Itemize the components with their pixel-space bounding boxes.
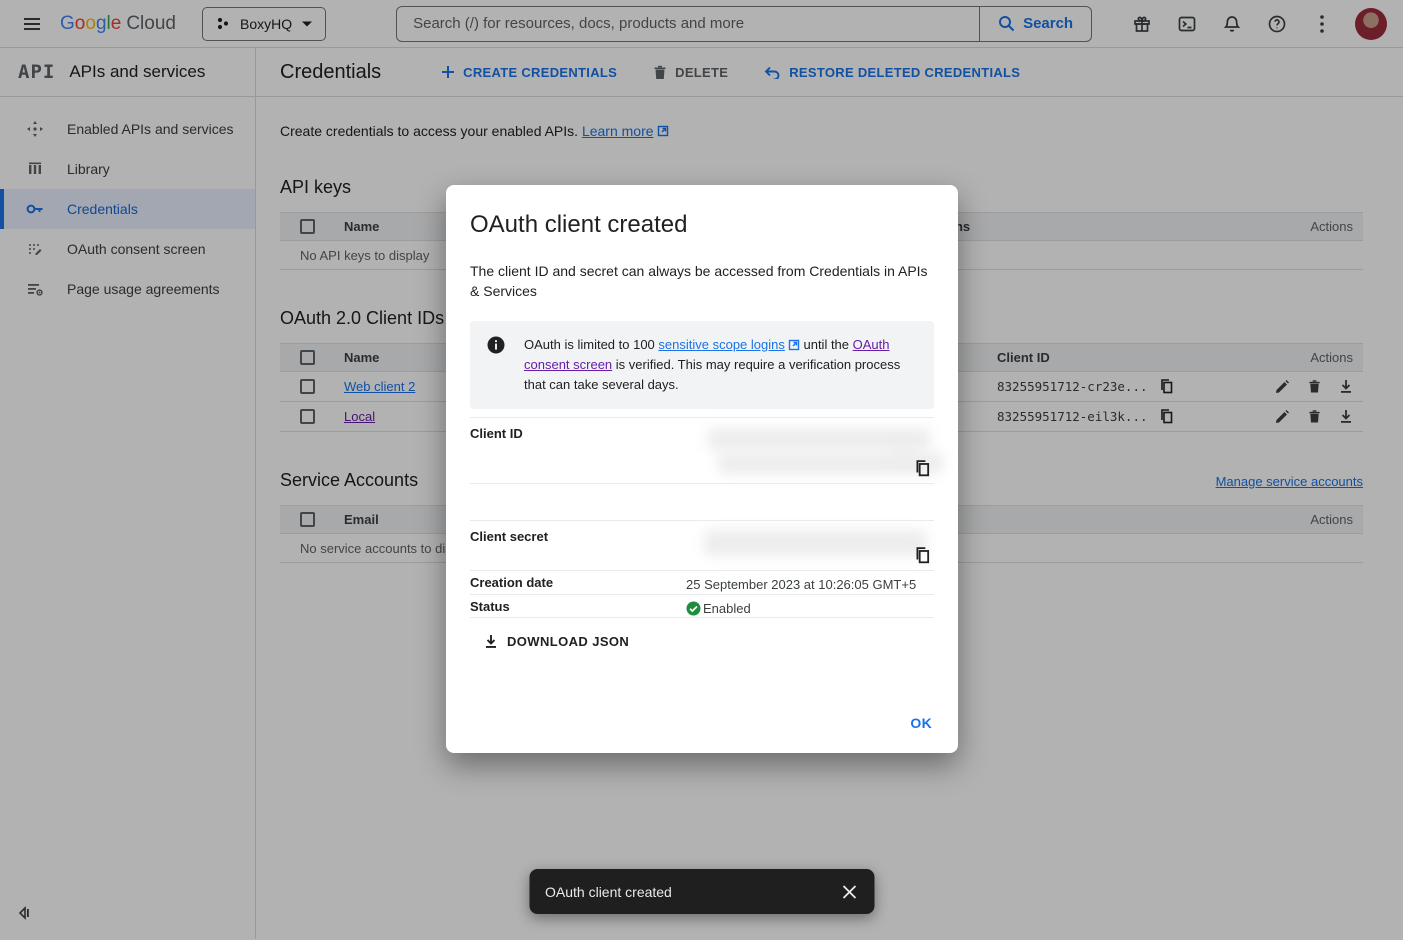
- notice-mid: until the: [800, 337, 853, 352]
- creation-date-label: Creation date: [470, 571, 686, 594]
- download-json-button[interactable]: DOWNLOAD JSON: [484, 634, 629, 649]
- copy-client-secret-button[interactable]: [913, 545, 932, 566]
- client-secret-label: Client secret: [470, 521, 686, 570]
- sensitive-scope-logins-link[interactable]: sensitive scope logins: [658, 337, 784, 352]
- download-icon: [484, 634, 498, 649]
- creation-date-value: 25 September 2023 at 10:26:05 GMT+5: [686, 571, 934, 594]
- toast: OAuth client created: [529, 869, 874, 914]
- dialog-fields: Client ID Client secret Creation date 25…: [470, 417, 934, 618]
- verification-notice: OAuth is limited to 100 sensitive scope …: [470, 321, 934, 409]
- status-value: Enabled: [703, 601, 751, 616]
- dialog-title: OAuth client created: [470, 211, 934, 239]
- external-link-icon: [788, 339, 800, 351]
- copy-client-id-button[interactable]: [913, 458, 932, 479]
- client-id-row: Client ID: [470, 417, 934, 483]
- redacted-client-secret: [704, 530, 926, 556]
- close-icon: [841, 884, 857, 900]
- ok-button[interactable]: OK: [910, 715, 932, 731]
- notice-text: OAuth is limited to 100 sensitive scope …: [524, 335, 918, 395]
- creation-date-row: Creation date 25 September 2023 at 10:26…: [470, 570, 934, 594]
- status-label: Status: [470, 595, 686, 617]
- toast-close-button[interactable]: [830, 873, 868, 911]
- status-row: Status Enabled: [470, 594, 934, 618]
- client-secret-row: Client secret: [470, 520, 934, 570]
- copy-icon: [915, 547, 930, 564]
- check-circle-icon: [686, 601, 701, 616]
- client-id-label: Client ID: [470, 418, 686, 483]
- dialog-subtitle: The client ID and secret can always be a…: [470, 261, 934, 301]
- notice-pre: OAuth is limited to 100: [524, 337, 658, 352]
- toast-message: OAuth client created: [545, 884, 672, 900]
- oauth-client-created-dialog: OAuth client created The client ID and s…: [446, 185, 958, 753]
- spacer-row: [470, 483, 934, 520]
- copy-icon: [915, 460, 930, 477]
- download-json-label: DOWNLOAD JSON: [507, 634, 629, 649]
- info-icon: [486, 335, 506, 395]
